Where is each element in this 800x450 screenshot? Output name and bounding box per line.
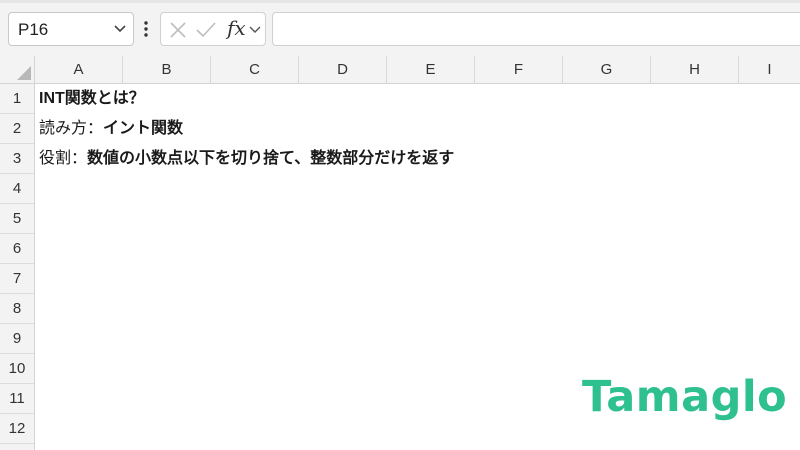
row-header-4[interactable]: 4: [0, 174, 34, 204]
cell-a1[interactable]: INT関数とは？: [39, 84, 145, 114]
ribbon-edge: [0, 0, 800, 3]
column-header-f[interactable]: F: [475, 56, 563, 83]
column-header-b[interactable]: B: [123, 56, 211, 83]
row-header-6[interactable]: 6: [0, 234, 34, 264]
row-header-11[interactable]: 11: [0, 384, 34, 414]
column-header-c[interactable]: C: [211, 56, 299, 83]
chevron-down-icon[interactable]: [113, 23, 127, 35]
cell-a2-value: イント関数: [103, 120, 184, 137]
select-all-icon: [17, 66, 31, 80]
column-header-g[interactable]: G: [563, 56, 651, 83]
row-header-12[interactable]: 12: [0, 414, 34, 444]
cell-a3[interactable]: 役割：数値の小数点以下を切り捨て、整数部分だけを返す: [39, 144, 454, 174]
function-icon[interactable]: fx: [227, 16, 246, 40]
column-headers: A B C D E F G H I: [35, 56, 800, 84]
row-headers: 1 2 3 4 5 6 7 8 9 10 11 12: [0, 84, 35, 450]
cell-a3-label: 役割：: [39, 150, 88, 167]
cell-a2-label: 読み方：: [39, 120, 104, 137]
formula-controls: fx: [160, 12, 266, 46]
name-box[interactable]: P16: [8, 12, 134, 46]
row-header-8[interactable]: 8: [0, 294, 34, 324]
column-header-i[interactable]: I: [739, 56, 800, 83]
row-header-1[interactable]: 1: [0, 84, 34, 114]
row-header-7[interactable]: 7: [0, 264, 34, 294]
chevron-down-icon[interactable]: [249, 25, 261, 35]
column-header-h[interactable]: H: [651, 56, 739, 83]
formula-bar: P16 fx: [0, 0, 800, 57]
cell-a2[interactable]: 読み方：イント関数: [39, 114, 183, 144]
tamaglo-logo: Tamaglo: [582, 372, 788, 422]
column-header-d[interactable]: D: [299, 56, 387, 83]
row-header-10[interactable]: 10: [0, 354, 34, 384]
column-header-a[interactable]: A: [35, 56, 123, 83]
row-header-2[interactable]: 2: [0, 114, 34, 144]
select-all-button[interactable]: [0, 56, 35, 84]
column-header-e[interactable]: E: [387, 56, 475, 83]
name-box-value: P16: [18, 20, 49, 39]
row-header-5[interactable]: 5: [0, 204, 34, 234]
row-header-9[interactable]: 9: [0, 324, 34, 354]
check-icon[interactable]: [195, 21, 217, 39]
row-header-3[interactable]: 3: [0, 144, 34, 174]
formula-input[interactable]: [272, 12, 800, 46]
more-vertical-icon[interactable]: [142, 20, 150, 38]
cancel-icon[interactable]: [169, 21, 187, 39]
cell-a3-value: 数値の小数点以下を切り捨て、整数部分だけを返す: [87, 150, 455, 167]
